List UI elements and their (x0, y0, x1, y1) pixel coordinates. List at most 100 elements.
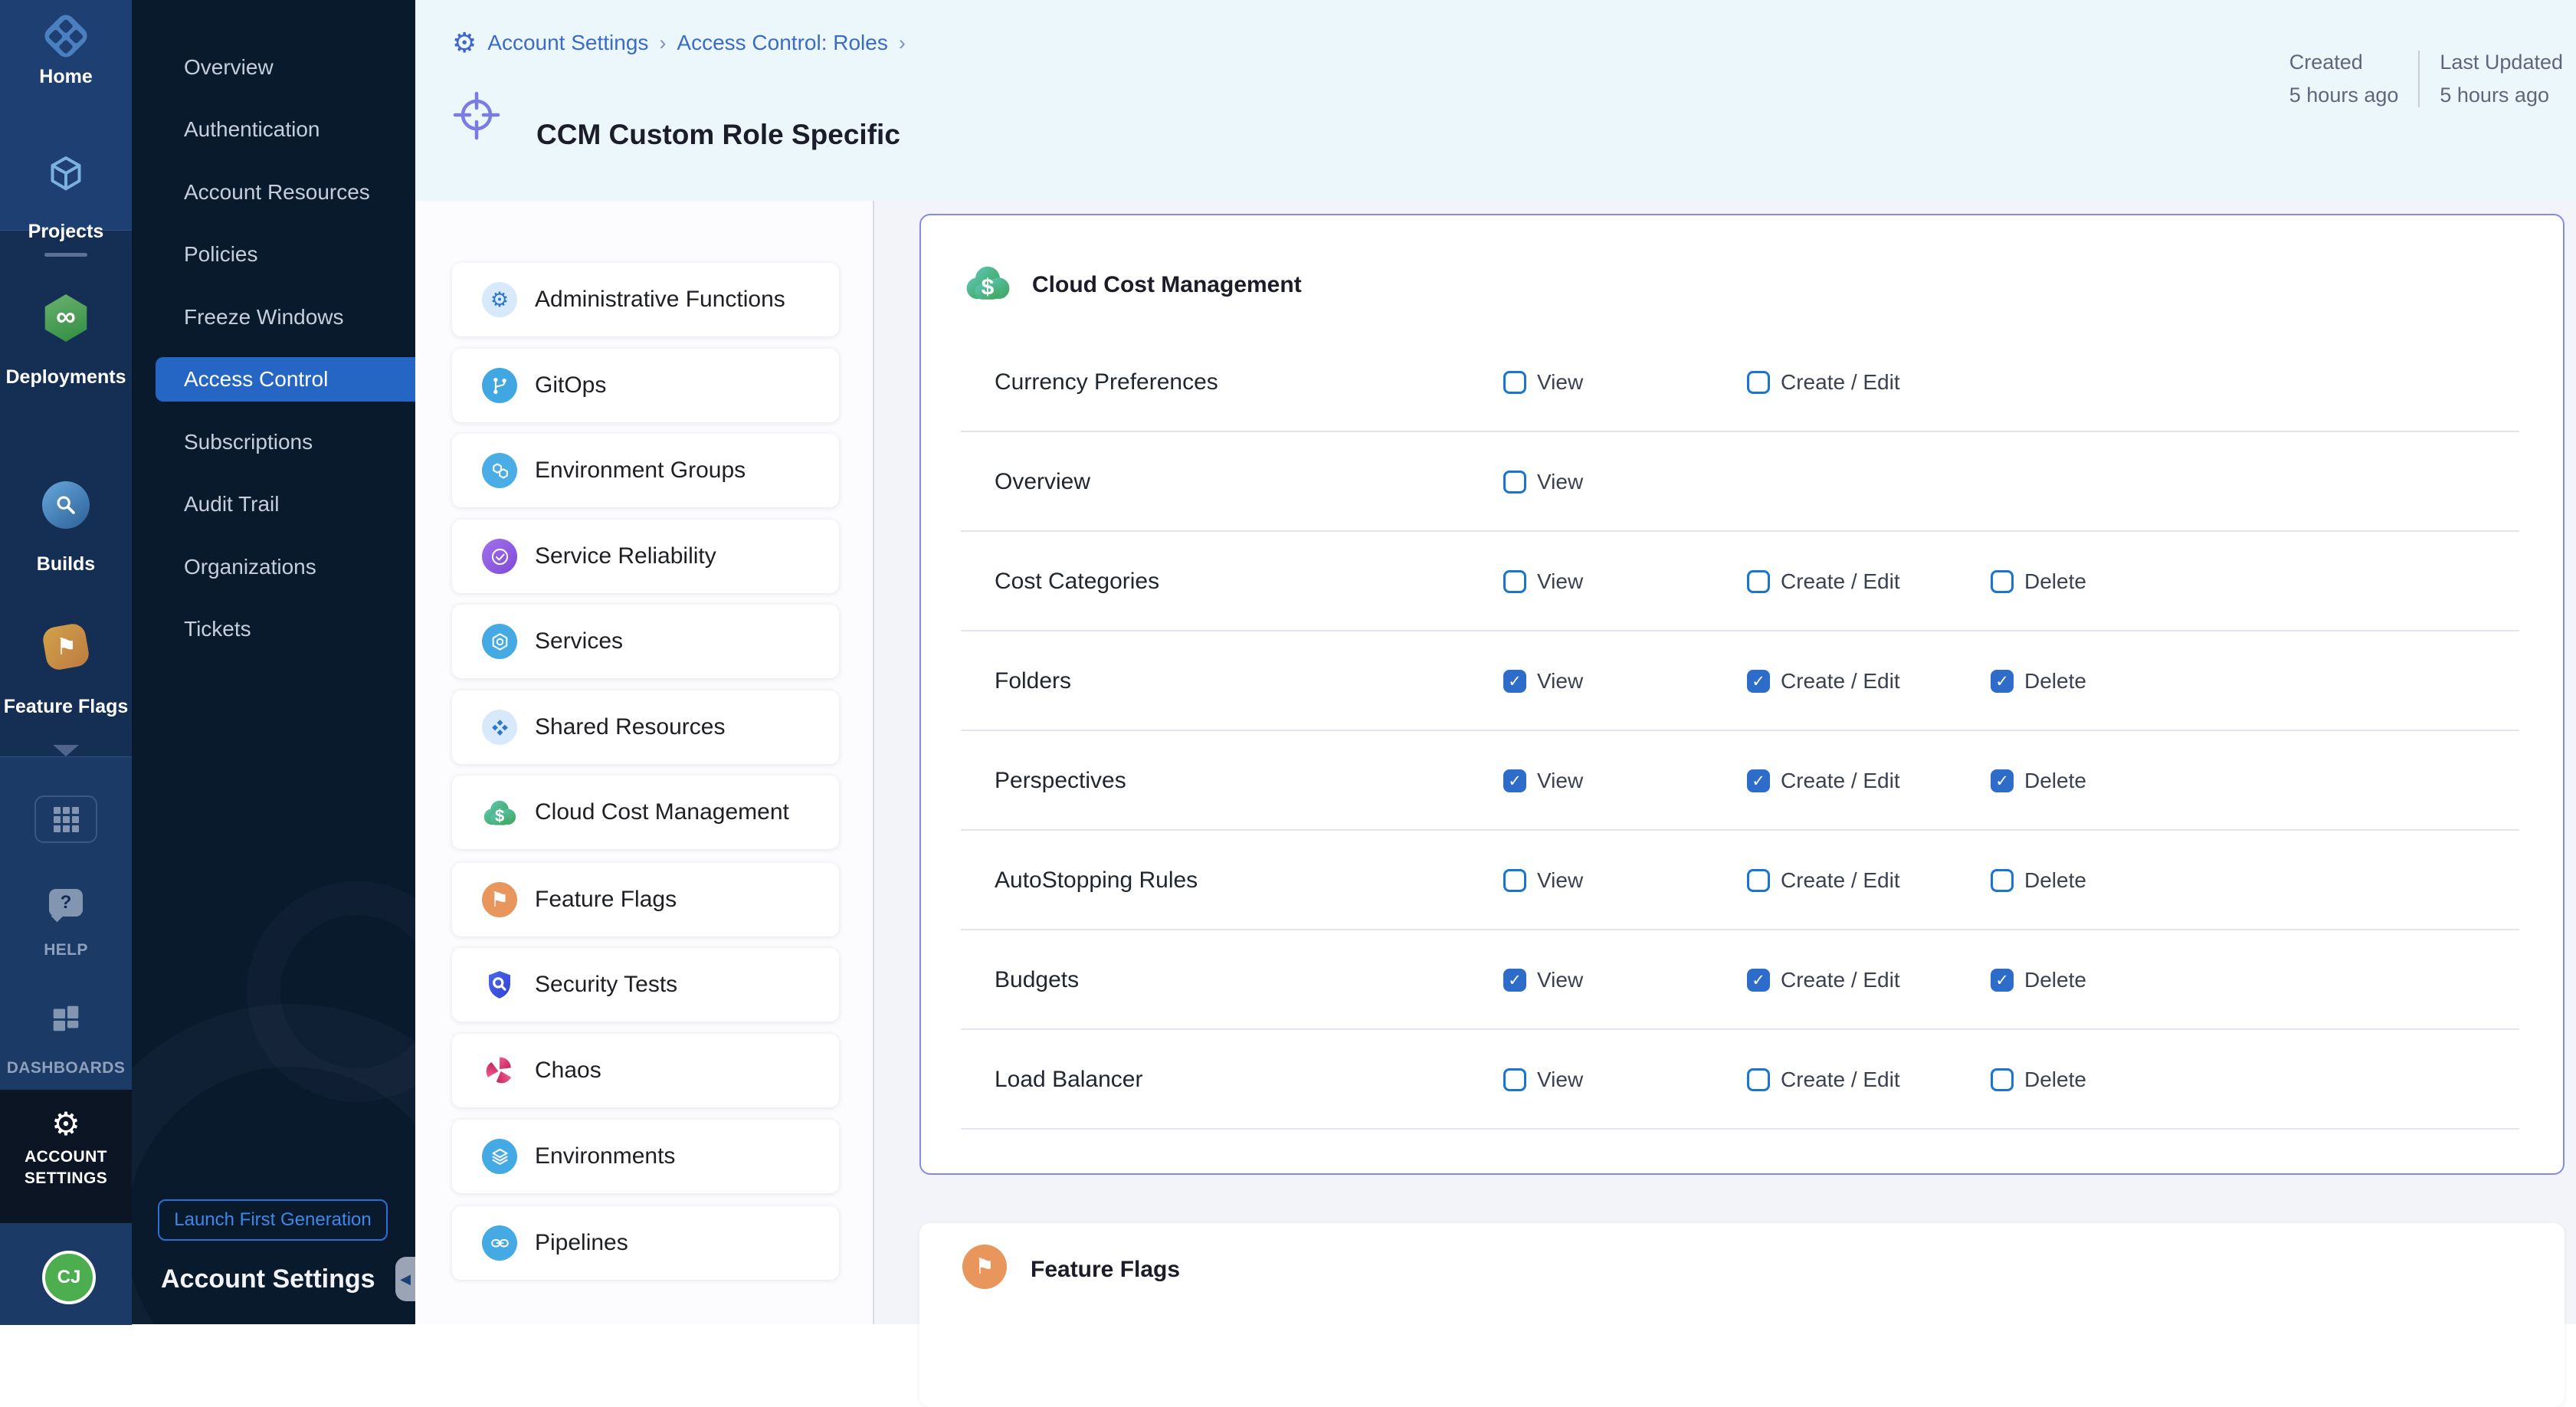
rail-item-dashboards[interactable] (0, 1001, 132, 1040)
checkbox-create_edit-unchecked[interactable] (1747, 869, 1770, 892)
checkbox-view-unchecked[interactable] (1503, 570, 1526, 593)
rail-item-home[interactable] (0, 11, 132, 54)
checkbox-view-checked[interactable] (1503, 670, 1526, 693)
permission-row-label: AutoStopping Rules (995, 867, 1198, 894)
services-hexagon-icon (482, 624, 517, 659)
ccm-permissions-panel: $ Cloud Cost Management Currency Prefere… (919, 214, 2565, 1175)
checkbox-view-unchecked[interactable] (1503, 371, 1526, 394)
permission-cell-delete: Delete (1991, 868, 2086, 893)
permission-cell-create_edit: Create / Edit (1747, 370, 1900, 395)
permission-cell-delete: Delete (1991, 569, 2086, 594)
category-label: Shared Resources (535, 714, 725, 740)
rail-item-label: Deployments (0, 366, 132, 389)
category-card-gitops[interactable]: GitOps (452, 349, 839, 422)
sidebar-item-audit-trail[interactable]: Audit Trail (132, 482, 415, 526)
category-card-shared-resources[interactable]: Shared Resources (452, 690, 839, 764)
permission-row-label: Cost Categories (995, 569, 1159, 595)
launch-first-generation-button[interactable]: Launch First Generation (158, 1199, 388, 1241)
created-value: 5 hours ago (2289, 84, 2399, 107)
category-label: Feature Flags (535, 887, 677, 913)
category-label: GitOps (535, 372, 606, 398)
permission-cell-view: View (1503, 769, 1583, 793)
sidebar-item-overview[interactable]: Overview (132, 45, 415, 90)
permission-row-folders: FoldersViewCreate / EditDelete (921, 631, 2563, 731)
sidebar-item-account-resources[interactable]: Account Resources (132, 170, 415, 215)
deployments-infinity-icon: ∞ (42, 294, 90, 342)
checkbox-delete-unchecked[interactable] (1991, 869, 2014, 892)
harness-account-settings-role-page: { "colors": { "rail_bg": "#1e3f72", "sid… (0, 0, 2576, 1324)
checkbox-delete-checked[interactable] (1991, 969, 2014, 992)
harness-home-icon (41, 11, 90, 61)
category-card-services[interactable]: Services (452, 605, 839, 678)
breadcrumb-separator: › (899, 31, 906, 55)
permission-cell-create_edit: Create / Edit (1747, 868, 1900, 893)
sidebar-item-tickets[interactable]: Tickets (132, 607, 415, 651)
sidebar-title: Account Settings (161, 1264, 375, 1294)
account-settings-sidebar: Overview Authentication Account Resources P… (132, 0, 415, 1324)
resource-category-list: ⚙Administrative Functions GitOps Environ… (415, 201, 873, 1324)
category-card-environment-groups[interactable]: Environment Groups (452, 434, 839, 507)
category-label: Security Tests (535, 972, 677, 998)
category-card-cloud-cost-management[interactable]: $Cloud Cost Management (452, 776, 839, 849)
breadcrumb-separator: › (659, 31, 666, 55)
checkbox-view-unchecked[interactable] (1503, 471, 1526, 494)
category-card-feature-flags[interactable]: ⚑Feature Flags (452, 863, 839, 936)
rail-item-label: Home (0, 66, 132, 88)
rail-item-projects[interactable] (0, 149, 132, 198)
sidebar-item-access-control[interactable]: Access Control (156, 357, 415, 402)
permission-cell-view: View (1503, 470, 1583, 494)
checkbox-view-unchecked[interactable] (1503, 869, 1526, 892)
checkbox-label: Delete (2024, 569, 2086, 594)
rail-item-label: ACCOUNT SETTINGS (16, 1146, 116, 1189)
rail-item-feature-flags[interactable]: ⚑ (0, 625, 132, 668)
rail-item-builds[interactable] (0, 481, 132, 529)
rail-item-help[interactable]: ? (0, 889, 132, 917)
category-card-chaos[interactable]: Chaos (452, 1034, 839, 1107)
breadcrumb-account-settings[interactable]: Account Settings (487, 31, 648, 55)
checkbox-label: Create / Edit (1781, 868, 1900, 893)
admin-gear-icon: ⚙ (482, 282, 517, 317)
avatar[interactable]: CJ (42, 1251, 96, 1304)
checkbox-create_edit-checked[interactable] (1747, 769, 1770, 792)
feature-flags-section: ⚑ Feature Flags (919, 1223, 2565, 1407)
sidebar-item-subscriptions[interactable]: Subscriptions (132, 420, 415, 464)
checkbox-view-checked[interactable] (1503, 769, 1526, 792)
category-card-environments[interactable]: Environments (452, 1120, 839, 1193)
sidebar-item-authentication[interactable]: Authentication (132, 107, 415, 152)
builds-magnifier-icon (42, 481, 90, 529)
checkbox-create_edit-unchecked[interactable] (1747, 1068, 1770, 1091)
rail-section-divider (44, 253, 87, 257)
checkbox-delete-checked[interactable] (1991, 670, 2014, 693)
checkbox-create_edit-checked[interactable] (1747, 969, 1770, 992)
category-card-administrative-functions[interactable]: ⚙Administrative Functions (452, 263, 839, 336)
checkbox-create_edit-unchecked[interactable] (1747, 570, 1770, 593)
checkbox-view-checked[interactable] (1503, 969, 1526, 992)
checkbox-label: View (1537, 569, 1583, 594)
breadcrumb-access-control-roles[interactable]: Access Control: Roles (677, 31, 887, 55)
category-card-pipelines[interactable]: Pipelines (452, 1206, 839, 1280)
rail-expand-modules[interactable] (0, 745, 132, 756)
checkbox-label: Delete (2024, 1068, 2086, 1092)
sidebar-item-freeze-windows[interactable]: Freeze Windows (132, 295, 415, 339)
dashboards-icon (48, 1001, 84, 1036)
checkbox-delete-unchecked[interactable] (1991, 1068, 2014, 1091)
checkbox-create_edit-checked[interactable] (1747, 670, 1770, 693)
checkbox-delete-unchecked[interactable] (1991, 570, 2014, 593)
category-card-security-tests[interactable]: Security Tests (452, 948, 839, 1022)
gitops-branch-icon (482, 368, 517, 403)
permission-row-cost-categories: Cost CategoriesViewCreate / EditDelete (921, 532, 2563, 631)
checkbox-create_edit-unchecked[interactable] (1747, 371, 1770, 394)
checkbox-view-unchecked[interactable] (1503, 1068, 1526, 1091)
breadcrumb: ⚙ Account Settings › Access Control: Rol… (452, 29, 906, 57)
rail-item-deployments[interactable]: ∞ (0, 294, 132, 342)
category-label: Pipelines (535, 1230, 628, 1256)
sidebar-item-organizations[interactable]: Organizations (132, 545, 415, 589)
category-card-service-reliability[interactable]: Service Reliability (452, 520, 839, 593)
rail-item-label: Builds (0, 553, 132, 576)
rail-item-account-settings[interactable]: ⚙ ACCOUNT SETTINGS (0, 1090, 132, 1223)
sidebar-collapse-button[interactable]: ◀ (395, 1257, 415, 1301)
pipelines-chain-icon (482, 1225, 517, 1261)
rail-module-picker[interactable] (0, 795, 132, 843)
sidebar-item-policies[interactable]: Policies (132, 232, 415, 277)
checkbox-delete-checked[interactable] (1991, 769, 2014, 792)
